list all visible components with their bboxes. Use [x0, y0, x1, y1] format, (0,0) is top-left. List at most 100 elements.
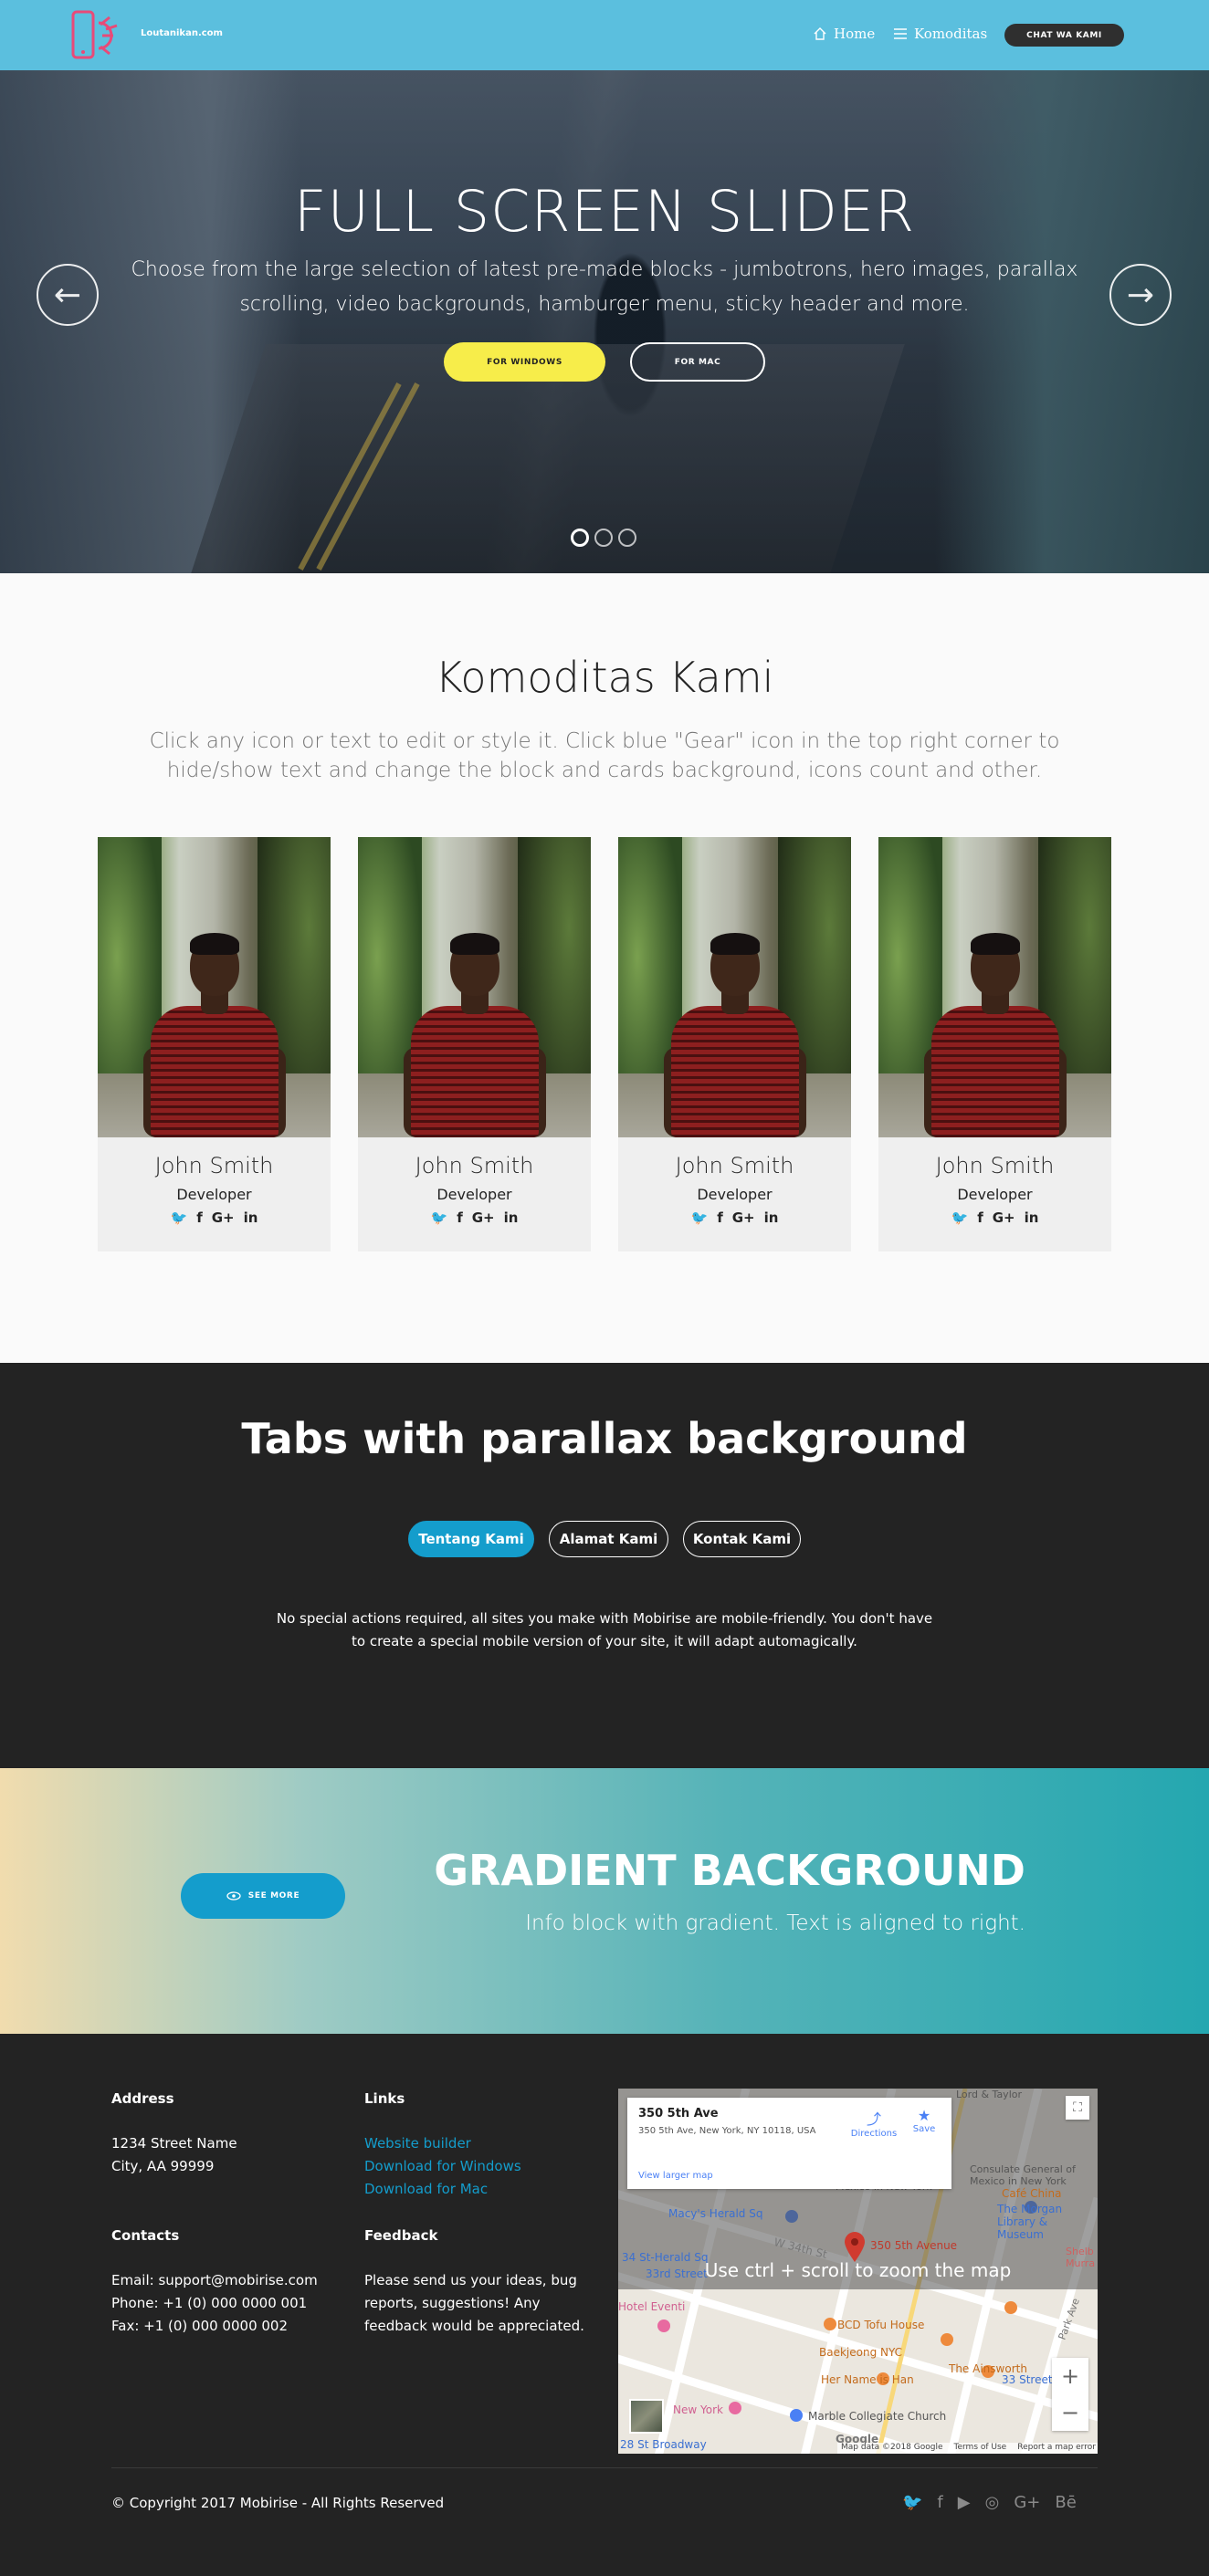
map-marker-icon[interactable] [844, 2232, 866, 2263]
map-label: Lord & Taylor [956, 2089, 1023, 2100]
menu-icon [894, 28, 907, 39]
nav-komoditas-label: Komoditas [914, 26, 988, 42]
home-icon [814, 27, 826, 40]
link-download-windows[interactable]: Download for Windows [364, 2155, 521, 2178]
map-label: Hotel Eventi [618, 2300, 686, 2313]
map-label: Café China [1002, 2187, 1062, 2200]
slide-indicator[interactable] [618, 529, 636, 547]
tab-tentang-kami[interactable]: Tentang Kami [408, 1521, 534, 1557]
twitter-icon[interactable]: 🐦 [691, 1209, 709, 1226]
hero-subtitle: Choose from the large selection of lates… [131, 258, 1078, 316]
nav-home[interactable]: Home [814, 26, 875, 42]
member-role: Developer [436, 1186, 512, 1203]
map-directions-label: Directions [850, 2129, 898, 2139]
gradient-title: GRADIENT BACKGROUND [434, 1846, 1025, 1895]
eye-icon [226, 1891, 241, 1901]
tab-kontak-kami[interactable]: Kontak Kami [683, 1521, 801, 1557]
member-photo [618, 837, 851, 1137]
for-mac-button[interactable]: FOR MAC [630, 342, 765, 382]
address-line: City, AA 99999 [111, 2158, 215, 2174]
facebook-icon[interactable]: f [717, 1209, 723, 1226]
zoom-out-button[interactable]: − [1052, 2394, 1088, 2431]
arrow-left-icon: ← [53, 276, 82, 314]
facebook-icon[interactable]: f [196, 1209, 203, 1226]
facebook-icon[interactable]: f [457, 1209, 463, 1226]
arrow-right-icon: → [1126, 276, 1155, 314]
links-list: Website builder Download for Windows Dow… [364, 2132, 521, 2201]
zoom-in-button[interactable]: + [1052, 2358, 1088, 2394]
member-photo [98, 837, 331, 1137]
gradient-section: SEE MORE GRADIENT BACKGROUND Info block … [0, 1768, 1209, 2034]
prev-slide-button[interactable]: ← [37, 264, 99, 326]
map-terms-link[interactable]: Terms of Use [954, 2443, 1007, 2454]
footer-socials: 🐦 f ▶ ◎ G+ Bē [902, 2493, 1077, 2512]
navbar: Loutanikan.com Home Komoditas CHAT WA KA… [0, 0, 1209, 70]
map-attribution-bar: Map data ©2018 Google Terms of Use Repor… [837, 2443, 1098, 2454]
member-role: Developer [957, 1186, 1033, 1203]
phone-logo-icon[interactable] [69, 10, 128, 61]
twitter-icon[interactable]: 🐦 [902, 2493, 922, 2512]
member-socials: 🐦 f G+ in [358, 1209, 591, 1226]
map-label: BCD Tofu House [837, 2319, 925, 2331]
map-label: Baekjeong NYC [819, 2346, 903, 2359]
hero-slider: FULL SCREEN SLIDER Choose from the large… [0, 70, 1209, 573]
map-report-link[interactable]: Report a map error [1017, 2443, 1096, 2454]
contact-fax: Fax: +1 (0) 000 0000 002 [111, 2318, 289, 2334]
linkedin-icon[interactable]: in [244, 1209, 258, 1226]
behance-icon[interactable]: Bē [1055, 2493, 1076, 2512]
google-map[interactable]: 350 5th Avenue 34 St-Herald Sq 33rd Stre… [618, 2089, 1098, 2454]
map-directions-button[interactable]: ⤴ Directions [846, 2107, 901, 2139]
tab-alamat-kami[interactable]: Alamat Kami [549, 1521, 668, 1557]
slide-indicator[interactable] [571, 529, 589, 547]
nav-home-label: Home [834, 26, 876, 42]
footer: Address 1234 Street Name City, AA 99999 … [0, 2034, 1209, 2576]
contact-email: Email: support@mobirise.com [111, 2272, 318, 2288]
google-plus-icon[interactable]: G+ [472, 1209, 495, 1226]
brand-name[interactable]: Loutanikan.com [141, 28, 223, 38]
see-more-button[interactable]: SEE MORE [181, 1873, 345, 1919]
member-socials: 🐦 f G+ in [98, 1209, 331, 1226]
map-place-name: 350 5th Ave [638, 2107, 719, 2120]
for-windows-button[interactable]: FOR WINDOWS [444, 342, 605, 382]
twitter-icon[interactable]: 🐦 [431, 1209, 448, 1226]
linkedin-icon[interactable]: in [1025, 1209, 1039, 1226]
team-subtitle: Click any icon or text to edit or style … [149, 729, 1060, 782]
map-satellite-toggle[interactable] [629, 2399, 664, 2434]
links-heading: Links [364, 2090, 405, 2107]
team-card: John Smith Developer 🐦 f G+ in [618, 837, 851, 1251]
link-website-builder[interactable]: Website builder [364, 2132, 521, 2155]
twitter-icon[interactable]: 🐦 [171, 1209, 188, 1226]
google-plus-icon[interactable]: G+ [993, 1209, 1015, 1226]
map-save-button[interactable]: ★ Save [906, 2107, 942, 2134]
team-title: Komoditas Kami [435, 653, 774, 702]
twitter-icon[interactable]: 🐦 [951, 1209, 969, 1226]
member-name: John Smith [935, 1153, 1055, 1178]
footer-divider [111, 2467, 1098, 2468]
member-role: Developer [176, 1186, 252, 1203]
chat-wa-button[interactable]: CHAT WA KAMI [1004, 24, 1124, 47]
member-socials: 🐦 f G+ in [878, 1209, 1111, 1226]
map-label: Her Name is Han [821, 2373, 914, 2386]
next-slide-button[interactable]: → [1109, 264, 1172, 326]
address-heading: Address [111, 2090, 174, 2107]
address-text: 1234 Street Name City, AA 99999 [111, 2132, 237, 2178]
slide-indicators [571, 529, 636, 547]
instagram-icon[interactable]: ◎ [985, 2493, 1000, 2512]
facebook-icon[interactable]: f [937, 2493, 942, 2512]
google-plus-icon[interactable]: G+ [1014, 2493, 1040, 2512]
directions-icon: ⤴ [866, 2110, 881, 2128]
linkedin-icon[interactable]: in [504, 1209, 519, 1226]
google-plus-icon[interactable]: G+ [732, 1209, 755, 1226]
team-card: John Smith Developer 🐦 f G+ in [358, 837, 591, 1251]
slide-indicator[interactable] [594, 529, 613, 547]
fullscreen-icon[interactable]: ⛶ [1066, 2096, 1089, 2120]
facebook-icon[interactable]: f [977, 1209, 983, 1226]
view-larger-map-link[interactable]: View larger map [638, 2171, 713, 2181]
nav-komoditas[interactable]: Komoditas [894, 26, 987, 42]
youtube-icon[interactable]: ▶ [958, 2493, 971, 2512]
link-download-mac[interactable]: Download for Mac [364, 2178, 521, 2201]
google-plus-icon[interactable]: G+ [212, 1209, 235, 1226]
map-attribution: Map data ©2018 Google [841, 2443, 943, 2452]
member-name: John Smith [154, 1153, 274, 1178]
linkedin-icon[interactable]: in [764, 1209, 779, 1226]
